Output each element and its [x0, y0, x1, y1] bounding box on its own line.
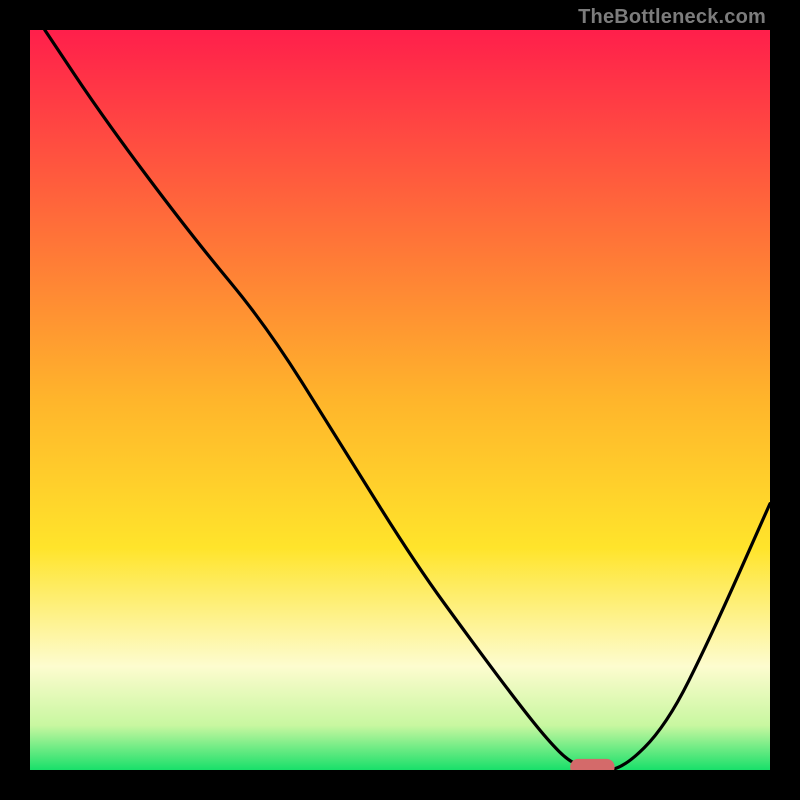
- chart-frame: [30, 30, 770, 770]
- optimal-range-marker: [570, 759, 614, 770]
- watermark-text: TheBottleneck.com: [578, 6, 766, 29]
- chart-svg: [30, 30, 770, 770]
- gradient-background: [30, 30, 770, 770]
